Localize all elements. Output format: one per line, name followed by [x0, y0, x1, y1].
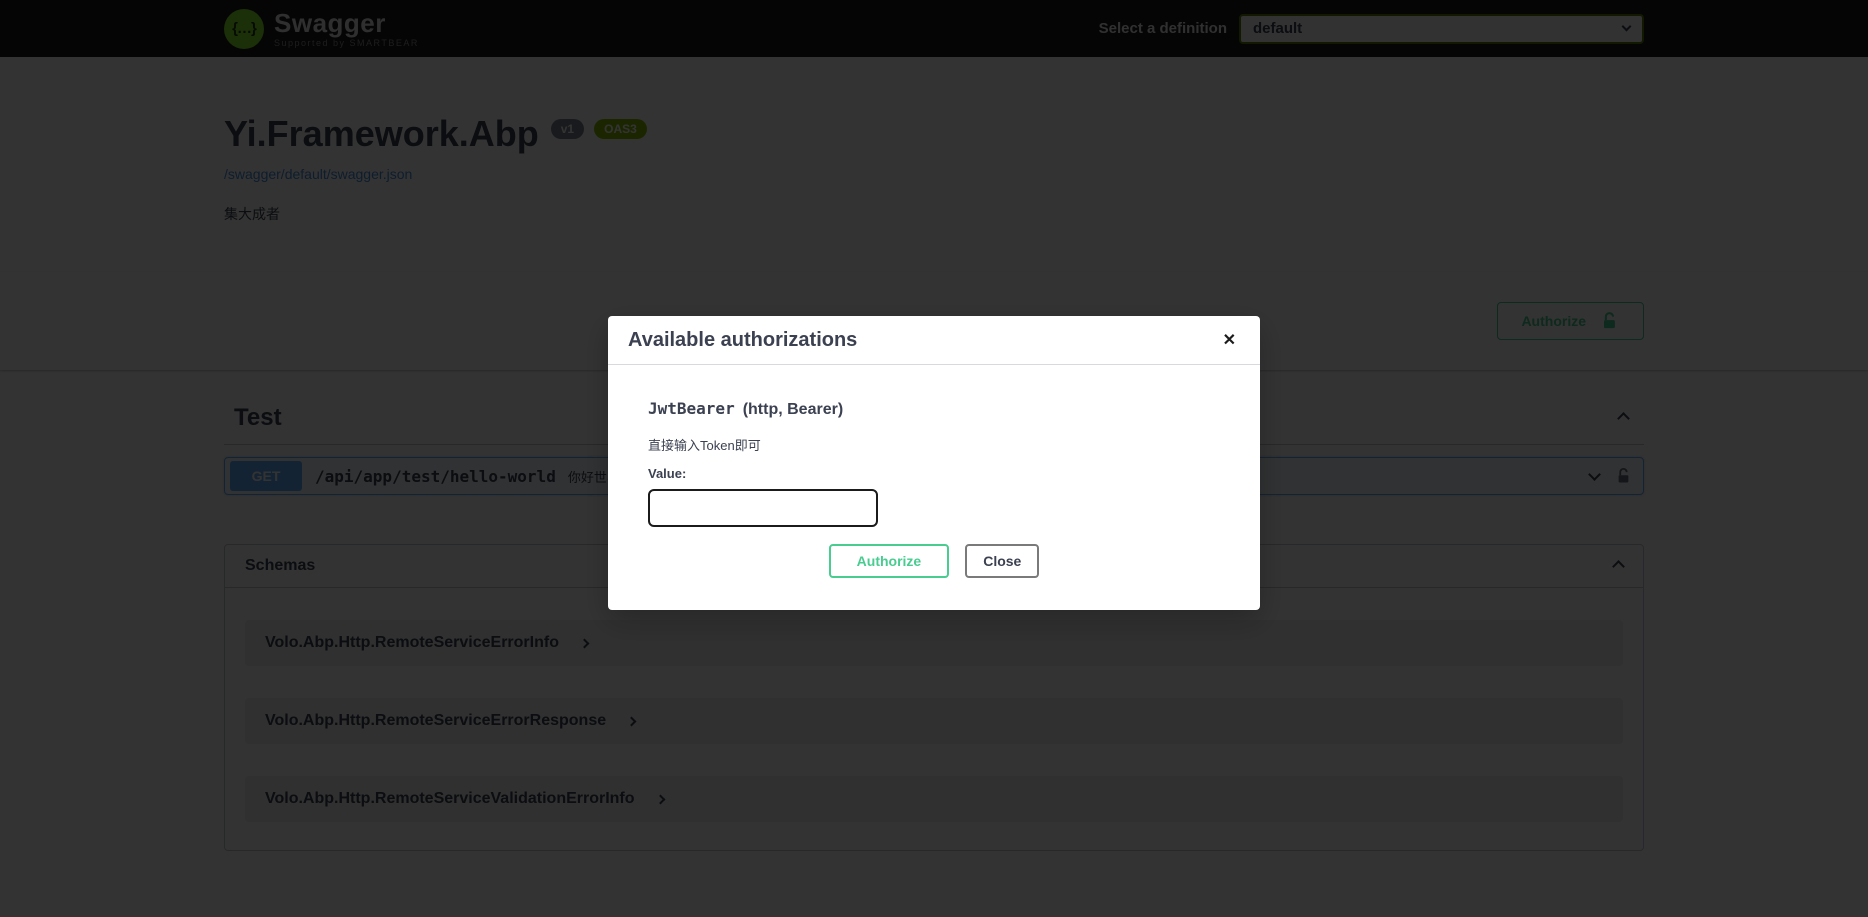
modal-close-button[interactable]: Close [965, 544, 1039, 578]
authorizations-modal: Available authorizations ✕ JwtBearer (htt… [608, 316, 1260, 610]
modal-title: Available authorizations [628, 329, 857, 352]
close-icon[interactable]: ✕ [1219, 328, 1240, 352]
auth-scheme-description: 直接输入Token即可 [648, 435, 1220, 454]
auth-scheme-heading: JwtBearer (http, Bearer) [648, 399, 1220, 419]
modal-authorize-button[interactable]: Authorize [829, 544, 950, 578]
auth-scheme-type: (http, Bearer) [743, 401, 843, 418]
value-label: Value: [648, 466, 1220, 481]
auth-scheme-name: JwtBearer [648, 399, 735, 418]
token-value-input[interactable] [648, 489, 878, 527]
